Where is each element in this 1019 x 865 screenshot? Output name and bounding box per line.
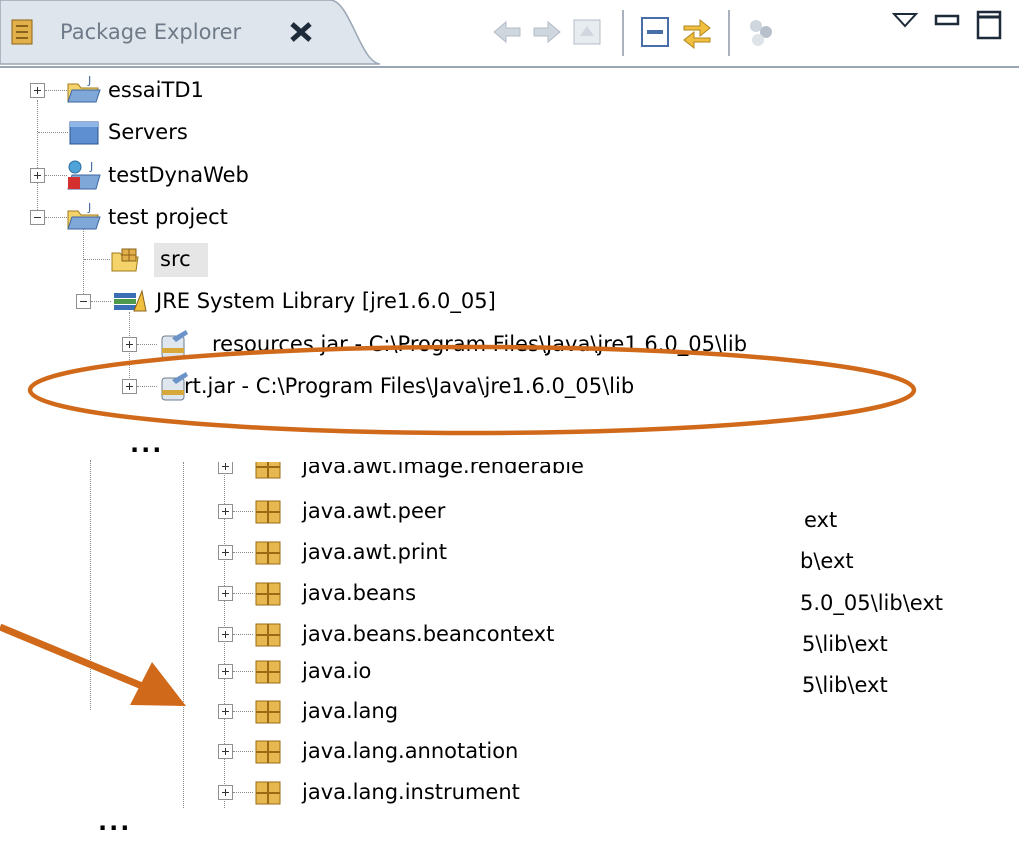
ellipsis: ... — [98, 808, 132, 836]
arrow-annotation — [0, 623, 186, 706]
